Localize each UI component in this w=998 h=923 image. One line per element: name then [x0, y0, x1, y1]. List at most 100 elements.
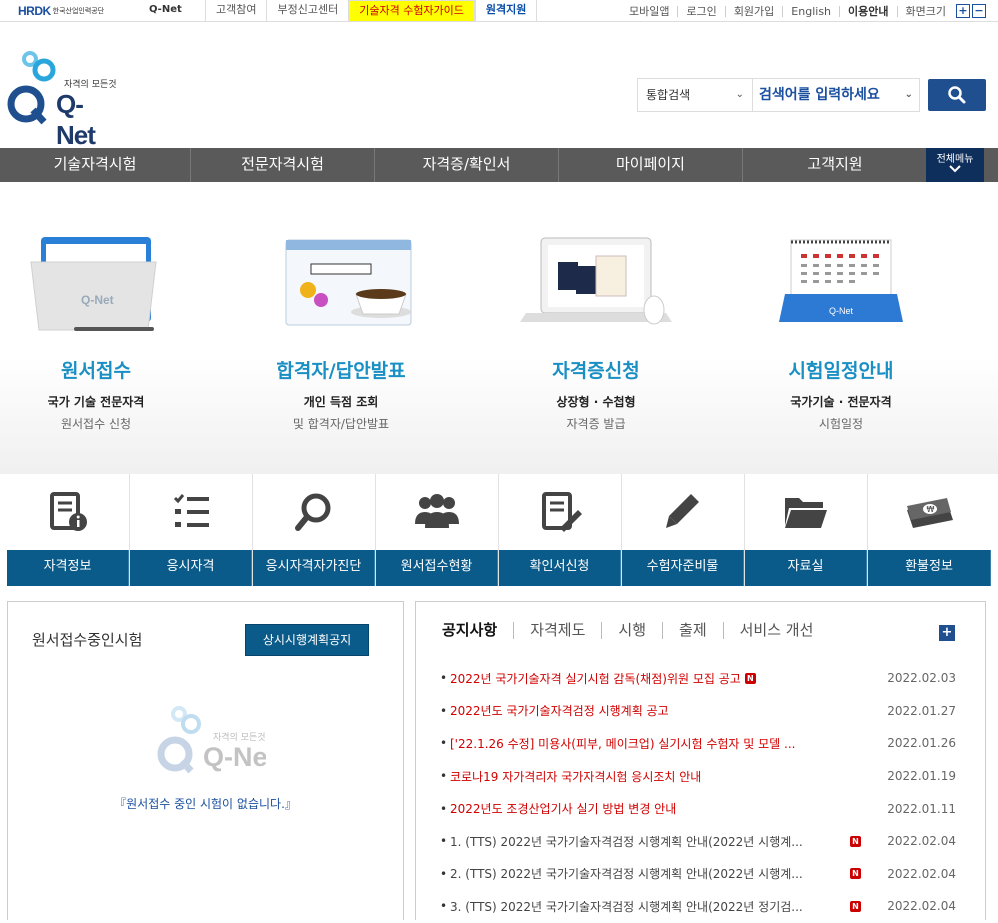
nav-professional-exam[interactable]: 전문자격시험 — [191, 148, 375, 182]
qnet-small-logo[interactable]: Q-Net — [149, 4, 182, 15]
notice-title[interactable]: 1. (TTS) 2022년 국가기술자격검정 시행계획 안내(2022년 시행… — [450, 833, 803, 850]
notice-row[interactable]: • 코로나19 자가격리자 국가자격시험 응시조치 안내 2022.01.19 — [440, 760, 960, 793]
bullet: • — [440, 834, 448, 849]
hrdk-logo-text: HRDK — [18, 4, 51, 18]
link-examinee-guide[interactable]: 기술자격 수험자가이드 — [348, 0, 475, 22]
quick-item-qualification-info[interactable]: 자격정보 — [7, 474, 130, 586]
zoom-in-button[interactable]: + — [956, 4, 970, 18]
money-icon: ₩ — [868, 474, 991, 550]
quick-item-application-status[interactable]: 원서접수현황 — [376, 474, 499, 586]
screen-size-label: 화면크기 — [896, 5, 954, 17]
search-button[interactable] — [928, 79, 986, 111]
quick-item-confirmation-request[interactable]: 확인서신청 — [499, 474, 622, 586]
quick-item-exam-supplies[interactable]: 수험자준비물 — [622, 474, 745, 586]
nav-tech-exam[interactable]: 기술자격시험 — [0, 148, 191, 182]
document-info-icon — [7, 474, 129, 550]
tab-question-setting[interactable]: 출제 — [662, 622, 723, 639]
notice-title[interactable]: 코로나19 자가격리자 국가자격시험 응시조치 안내 — [450, 768, 701, 785]
watermark-text: Q-Net — [203, 742, 266, 772]
service-subtitle: 국가기술 · 전문자격 — [790, 395, 892, 409]
zoom-out-button[interactable]: − — [972, 4, 986, 18]
quick-item-label: 원서접수현황 — [376, 550, 498, 586]
notice-title[interactable]: 2. (TTS) 2022년 국가기술자격검정 시행계획 안내(2022년 시행… — [450, 865, 803, 882]
nav-certificate[interactable]: 자격증/확인서 — [375, 148, 559, 182]
notice-row[interactable]: • 2022년도 조경산업기사 실기 방법 변경 안내 2022.01.11 — [440, 792, 960, 825]
quick-item-refund-info[interactable]: ₩ 환불정보 — [868, 474, 991, 586]
svg-text:Q-Net: Q-Net — [81, 293, 114, 307]
quick-item-self-diagnosis[interactable]: 응시자격자가진단 — [253, 474, 376, 586]
service-certificate-request[interactable]: 자격증신청 상장형 · 수첩형 자격증 발급 — [496, 182, 696, 432]
svg-text:Q-Net: Q-Net — [829, 306, 854, 316]
tab-notices[interactable]: 공지사항 — [442, 622, 513, 639]
notice-title[interactable]: 2022년도 조경산업기사 실기 방법 변경 안내 — [450, 800, 676, 817]
qnet-watermark-logo: 자격의 모든것 Q-Net — [151, 702, 277, 786]
checklist-icon — [130, 474, 252, 550]
notice-title[interactable]: 2022년 국가기술자격 실기시험 감독(채점)위원 모집 공고 — [450, 670, 741, 687]
nav-customer-support[interactable]: 고객지원 — [743, 148, 927, 182]
chevron-down-icon: ⌄ — [735, 89, 744, 100]
folder-illustration-icon: Q-Net — [0, 182, 196, 342]
notice-row[interactable]: • 2022년 국가기술자격 실기시험 감독(채점)위원 모집 공고 N 2022.0… — [440, 662, 960, 695]
quick-item-label: 수험자준비물 — [622, 550, 744, 586]
quick-item-data-room[interactable]: 자료실 — [745, 474, 868, 586]
notice-date: 2022.01.27 — [887, 703, 956, 718]
service-application[interactable]: Q-Net 원서접수 국가 기술 전문자격 원서접수 신청 — [0, 182, 196, 432]
search-input[interactable]: 검색어를 입력하세요 ⌄ — [752, 78, 920, 112]
search-category-select[interactable]: 통합검색 ⌄ — [637, 78, 752, 112]
new-badge-icon: N — [850, 900, 861, 912]
service-subtitle: 국가 기술 전문자격 — [47, 395, 145, 409]
link-mobile-app[interactable]: 모바일앱 — [621, 6, 677, 17]
regular-exam-notice-button[interactable]: 상시시행계획공지 — [245, 624, 369, 656]
tab-service-improvement[interactable]: 서비스 개선 — [722, 622, 830, 639]
all-menu-button[interactable]: 전체메뉴 — [926, 148, 984, 182]
service-results[interactable]: 합격자/답안발표 개인 득점 조회 및 합격자/답안발표 — [241, 182, 441, 432]
notice-row[interactable]: • 2022년도 국가기술자격검정 시행계획 공고 2022.01.27 — [440, 695, 960, 728]
notice-row[interactable]: • 3. (TTS) 2022년 국가기술자격검정 시행계획 안내(2022년 정… — [440, 890, 960, 923]
top-utility-bar: HRDK 한국산업인력공단 Q-Net 고객참여 부정신고센터 기술자격 수험자… — [0, 0, 998, 22]
notice-tabs: 공지사항 자격제도 시행 출제 서비스 개선 — [442, 622, 829, 639]
panel-title: 원서접수중인시험 — [32, 631, 143, 649]
link-fraud-report[interactable]: 부정신고센터 — [266, 0, 348, 22]
hrdk-logo[interactable]: HRDK 한국산업인력공단 — [18, 3, 104, 19]
qnet-small-logo-text: Q-Net — [149, 4, 182, 15]
service-exam-schedule[interactable]: Q-Net 시험일정안내 국가기술 · 전문자격 시험일정 — [741, 182, 941, 432]
qnet-main-logo[interactable]: 자격의 모든것 Q-Net — [6, 50, 121, 150]
nav-mypage[interactable]: 마이페이지 — [559, 148, 743, 182]
link-usage-guide[interactable]: 이용안내 — [839, 5, 896, 17]
service-title: 시험일정안내 — [788, 360, 894, 382]
bullet: • — [440, 866, 448, 881]
no-exam-message: 『원서접수 중인 시험이 없습니다.』 — [114, 797, 297, 811]
bullet: • — [440, 671, 448, 686]
svg-text:₩: ₩ — [926, 505, 934, 514]
chevron-down-icon: ⌄ — [904, 89, 913, 100]
link-english[interactable]: English — [782, 5, 839, 17]
notice-row[interactable]: • 1. (TTS) 2022년 국가기술자격검정 시행계획 안내(2022년 시… — [440, 825, 960, 858]
notice-title[interactable]: 3. (TTS) 2022년 국가기술자격검정 시행계획 안내(2022년 정기… — [450, 898, 803, 915]
document-edit-icon — [499, 474, 621, 550]
link-login[interactable]: 로그인 — [677, 5, 724, 17]
search-icon — [948, 86, 966, 104]
quick-item-label: 자료실 — [745, 550, 867, 586]
quick-item-label: 환불정보 — [868, 550, 991, 586]
service-title: 원서접수 — [61, 360, 131, 382]
notice-date: 2022.01.11 — [887, 801, 956, 816]
more-plus-button[interactable]: + — [939, 625, 955, 641]
notice-title[interactable]: 2022년도 국가기술자격검정 시행계획 공고 — [450, 702, 669, 719]
bullet: • — [440, 703, 448, 718]
tab-qualification-system[interactable]: 자격제도 — [513, 622, 601, 639]
all-menu-label: 전체메뉴 — [936, 154, 974, 165]
new-badge-icon: N — [744, 672, 756, 684]
notice-title[interactable]: ['22.1.26 수정] 미용사(피부, 메이크업) 실기시험 수험자 및 모… — [450, 735, 795, 752]
notice-row[interactable]: • 2. (TTS) 2022년 국가기술자격검정 시행계획 안내(2022년 시… — [440, 858, 960, 891]
tab-administration[interactable]: 시행 — [601, 622, 662, 639]
calendar-illustration-icon: Q-Net — [741, 182, 941, 342]
link-remote-support[interactable]: 원격지원 — [474, 0, 538, 22]
link-signup[interactable]: 회원가입 — [724, 5, 782, 17]
notice-row[interactable]: • ['22.1.26 수정] 미용사(피부, 메이크업) 실기시험 수험자 및 … — [440, 727, 960, 760]
link-customer-participation[interactable]: 고객참여 — [205, 0, 266, 22]
service-hero: Q-Net 원서접수 국가 기술 전문자격 원서접수 신청 합격자/답안발표 개… — [0, 182, 998, 474]
main-navigation: 기술자격시험 전문자격시험 자격증/확인서 마이페이지 고객지원 전체메뉴 — [0, 148, 998, 182]
quick-item-eligibility[interactable]: 응시자격 — [130, 474, 253, 586]
magnifier-icon — [253, 474, 375, 550]
notice-date: 2022.02.04 — [887, 834, 956, 849]
